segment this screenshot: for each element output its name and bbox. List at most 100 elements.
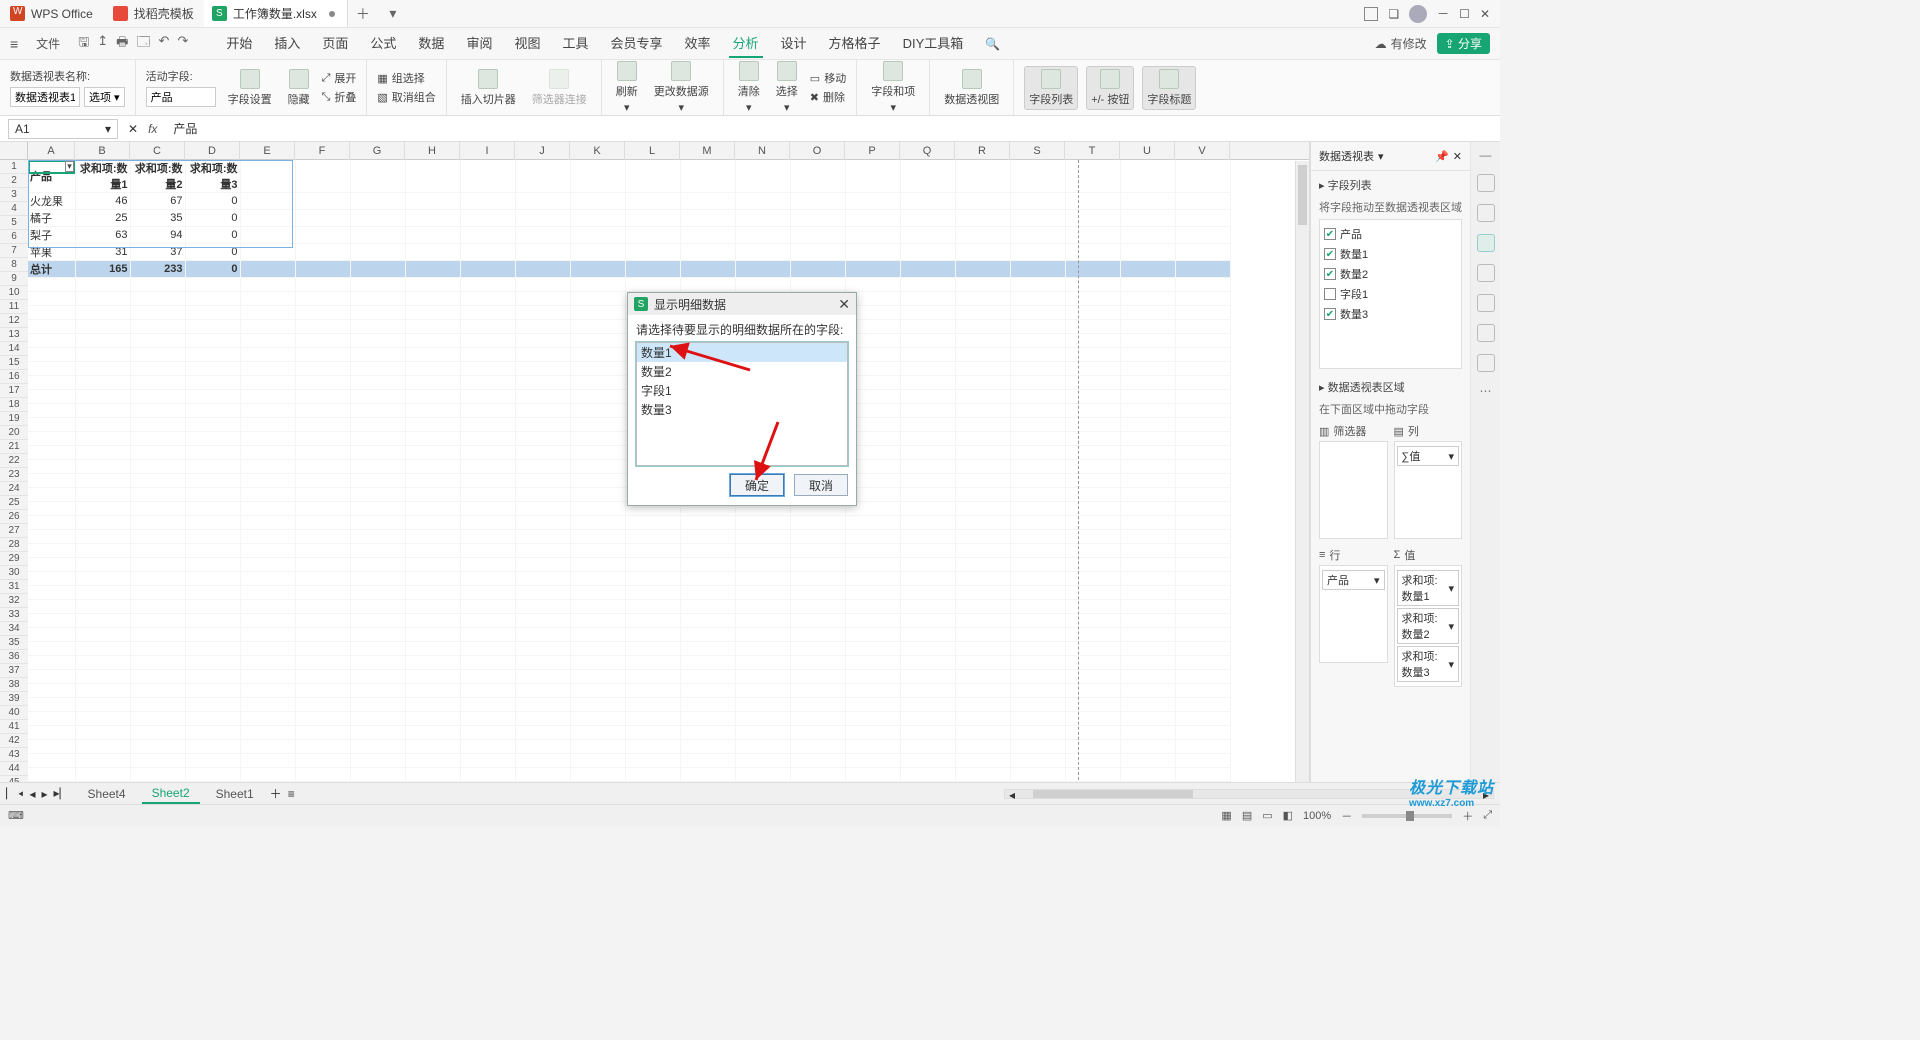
- area-item[interactable]: 产品▾: [1322, 570, 1385, 590]
- row-head[interactable]: 45: [0, 776, 28, 782]
- area-row-zone[interactable]: 产品▾: [1319, 565, 1388, 663]
- menu-item-9[interactable]: 效率: [681, 29, 715, 58]
- row-head[interactable]: 42: [0, 734, 28, 748]
- menu-item-13[interactable]: DIY工具箱: [899, 29, 968, 58]
- change-source-button[interactable]: 更改数据源 ▾: [650, 59, 713, 116]
- app-tab-wps[interactable]: WPS Office: [0, 0, 103, 27]
- pivot-name-input[interactable]: [10, 87, 80, 107]
- menu-item-11[interactable]: 设计: [777, 29, 811, 58]
- area-filter-zone[interactable]: [1319, 441, 1388, 539]
- col-head[interactable]: M: [680, 142, 735, 160]
- expand-button[interactable]: ⤢ 展开: [322, 70, 357, 86]
- option-button[interactable]: 选项 ▾: [84, 87, 125, 107]
- row-head[interactable]: 2: [0, 174, 28, 188]
- zoom-out-button[interactable]: －: [1341, 808, 1352, 824]
- row-head[interactable]: 16: [0, 370, 28, 384]
- col-head[interactable]: T: [1065, 142, 1120, 160]
- row-head[interactable]: 35: [0, 636, 28, 650]
- select-all-corner[interactable]: [0, 142, 28, 159]
- menu-item-7[interactable]: 工具: [558, 29, 592, 58]
- col-head[interactable]: S: [1010, 142, 1065, 160]
- area-item[interactable]: 求和项:数量2▾: [1397, 608, 1460, 644]
- row-head[interactable]: 23: [0, 468, 28, 482]
- checkbox-icon[interactable]: ✔: [1324, 308, 1336, 320]
- cube-icon[interactable]: ❏: [1388, 7, 1399, 21]
- row-head[interactable]: 39: [0, 692, 28, 706]
- fieldlist-button[interactable]: 字段列表: [1024, 66, 1078, 110]
- field-list-item[interactable]: ✔产品: [1324, 224, 1457, 244]
- row-head[interactable]: 13: [0, 328, 28, 342]
- col-head[interactable]: Q: [900, 142, 955, 160]
- status-mode-icon[interactable]: ⌨: [8, 809, 24, 822]
- col-head[interactable]: R: [955, 142, 1010, 160]
- collapse-button[interactable]: ⤡ 折叠: [322, 89, 357, 105]
- redo-icon[interactable]: ↷: [177, 33, 188, 55]
- row-head[interactable]: 24: [0, 482, 28, 496]
- style-tool-icon[interactable]: [1477, 204, 1495, 222]
- add-tab-button[interactable]: ＋: [348, 4, 378, 24]
- dialog-cancel-button[interactable]: 取消: [794, 474, 848, 496]
- fields-button[interactable]: 字段和项 ▾: [867, 59, 919, 116]
- row-head[interactable]: 12: [0, 314, 28, 328]
- print-icon[interactable]: 🖶: [116, 33, 128, 55]
- row-head[interactable]: 6: [0, 230, 28, 244]
- tab-nav-prev[interactable]: ◂: [29, 787, 35, 801]
- dialog-ok-button[interactable]: 确定: [730, 474, 784, 496]
- close-pane-icon[interactable]: ✕: [1453, 150, 1462, 163]
- area-item[interactable]: ∑值▾: [1397, 446, 1460, 466]
- row-head[interactable]: 14: [0, 342, 28, 356]
- chevron-down-icon[interactable]: ▾: [1378, 150, 1384, 163]
- row-head[interactable]: 25: [0, 496, 28, 510]
- row-head[interactable]: 32: [0, 594, 28, 608]
- window-maximize-button[interactable]: ☐: [1459, 7, 1470, 21]
- col-head[interactable]: C: [130, 142, 185, 160]
- row-head[interactable]: 26: [0, 510, 28, 524]
- row-head[interactable]: 8: [0, 258, 28, 272]
- checkbox-icon[interactable]: ✔: [1324, 248, 1336, 260]
- row-head[interactable]: 18: [0, 398, 28, 412]
- row-head[interactable]: 9: [0, 272, 28, 286]
- view-grid-icon[interactable]: ▤: [1242, 809, 1252, 822]
- active-field-input[interactable]: [146, 87, 216, 107]
- view-page-icon[interactable]: ▭: [1262, 809, 1272, 822]
- clear-button[interactable]: 清除 ▾: [734, 59, 764, 116]
- save-icon[interactable]: 🖫: [78, 33, 89, 55]
- menu-hamburger-icon[interactable]: ≡: [10, 36, 18, 52]
- dialog-list-item[interactable]: 数量2: [637, 362, 847, 381]
- col-head[interactable]: G: [350, 142, 405, 160]
- sheet-tab-sheet1[interactable]: Sheet1: [206, 785, 264, 803]
- row-head[interactable]: 10: [0, 286, 28, 300]
- field-setting-button[interactable]: 字段设置: [224, 67, 276, 109]
- multiwindow-icon[interactable]: [1364, 7, 1378, 21]
- row-head[interactable]: 44: [0, 762, 28, 776]
- row-head[interactable]: 15: [0, 356, 28, 370]
- menu-item-4[interactable]: 数据: [414, 29, 448, 58]
- menu-item-0[interactable]: 开始: [222, 29, 256, 58]
- menu-item-10[interactable]: 分析: [729, 29, 763, 58]
- zoom-value[interactable]: 100%: [1303, 810, 1331, 822]
- col-head[interactable]: F: [295, 142, 350, 160]
- name-box[interactable]: A1▾: [8, 119, 118, 139]
- refresh-button[interactable]: 刷新 ▾: [612, 59, 642, 116]
- menu-item-2[interactable]: 页面: [318, 29, 352, 58]
- pivotchart-button[interactable]: 数据透视图: [940, 67, 1003, 109]
- col-head[interactable]: P: [845, 142, 900, 160]
- formula-content[interactable]: 产品: [167, 120, 197, 137]
- collapse-bar-icon[interactable]: —: [1480, 148, 1492, 162]
- dialog-list-item[interactable]: 数量3: [637, 400, 847, 419]
- has-modification[interactable]: ☁ 有修改: [1375, 35, 1427, 52]
- row-head[interactable]: 33: [0, 608, 28, 622]
- window-close-button[interactable]: ✕: [1480, 7, 1490, 21]
- row-head[interactable]: 36: [0, 650, 28, 664]
- menu-item-8[interactable]: 会员专享: [606, 29, 666, 58]
- pivot-pane-icon[interactable]: [1477, 234, 1495, 252]
- hide-button[interactable]: 隐藏: [284, 67, 314, 109]
- fullscreen-icon[interactable]: ⤢: [1483, 809, 1492, 822]
- col-head[interactable]: D: [185, 142, 240, 160]
- col-head[interactable]: I: [460, 142, 515, 160]
- row-head[interactable]: 40: [0, 706, 28, 720]
- insert-slicer-button[interactable]: 插入切片器: [457, 67, 520, 109]
- menu-item-12[interactable]: 方格格子: [825, 29, 885, 58]
- group-select-button[interactable]: ▦ 组选择: [377, 70, 435, 86]
- menu-item-1[interactable]: 插入: [270, 29, 304, 58]
